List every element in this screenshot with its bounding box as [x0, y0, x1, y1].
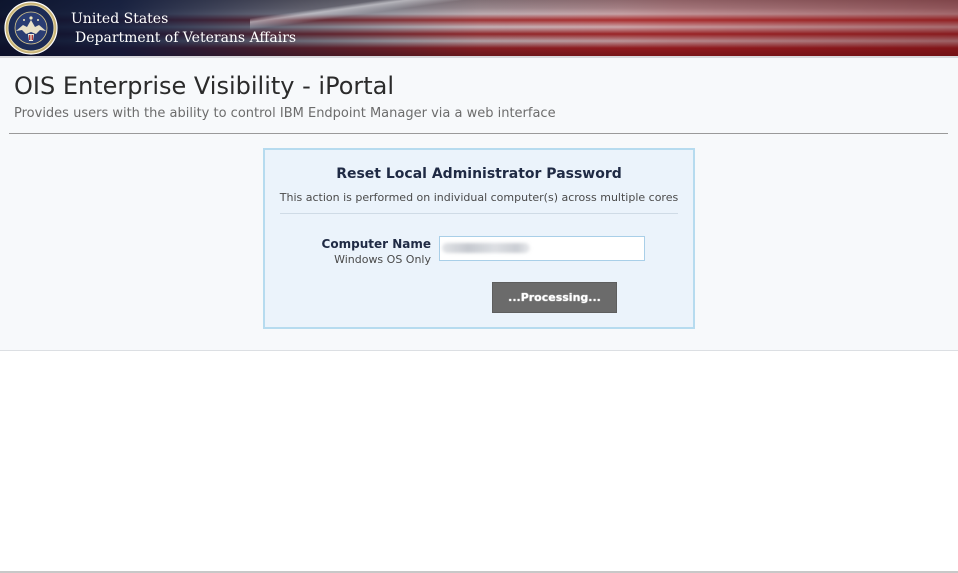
agency-name-department: Department of Veterans Affairs [75, 30, 297, 46]
panel-title: Reset Local Administrator Password [336, 166, 622, 182]
main-content: OIS Enterprise Visibility - iPortal Prov… [0, 58, 958, 351]
computer-name-label: Computer Name [321, 237, 431, 251]
page-title: OIS Enterprise Visibility - iPortal [14, 72, 395, 100]
agency-name-country: United States [71, 11, 169, 27]
redacted-computer-name [442, 243, 530, 253]
agency-banner: United States Department of Veterans Aff… [0, 0, 958, 56]
processing-button[interactable]: ...Processing... [492, 282, 617, 313]
va-seal-icon [4, 1, 58, 55]
page-subtitle: Provides users with the ability to contr… [14, 106, 556, 121]
header-divider [9, 133, 948, 134]
panel-description: This action is performed on individual c… [279, 191, 679, 204]
panel-divider [280, 213, 678, 214]
flag-background [250, 0, 958, 56]
computer-name-hint: Windows OS Only [334, 253, 431, 266]
reset-password-panel: Reset Local Administrator Password This … [263, 148, 695, 329]
